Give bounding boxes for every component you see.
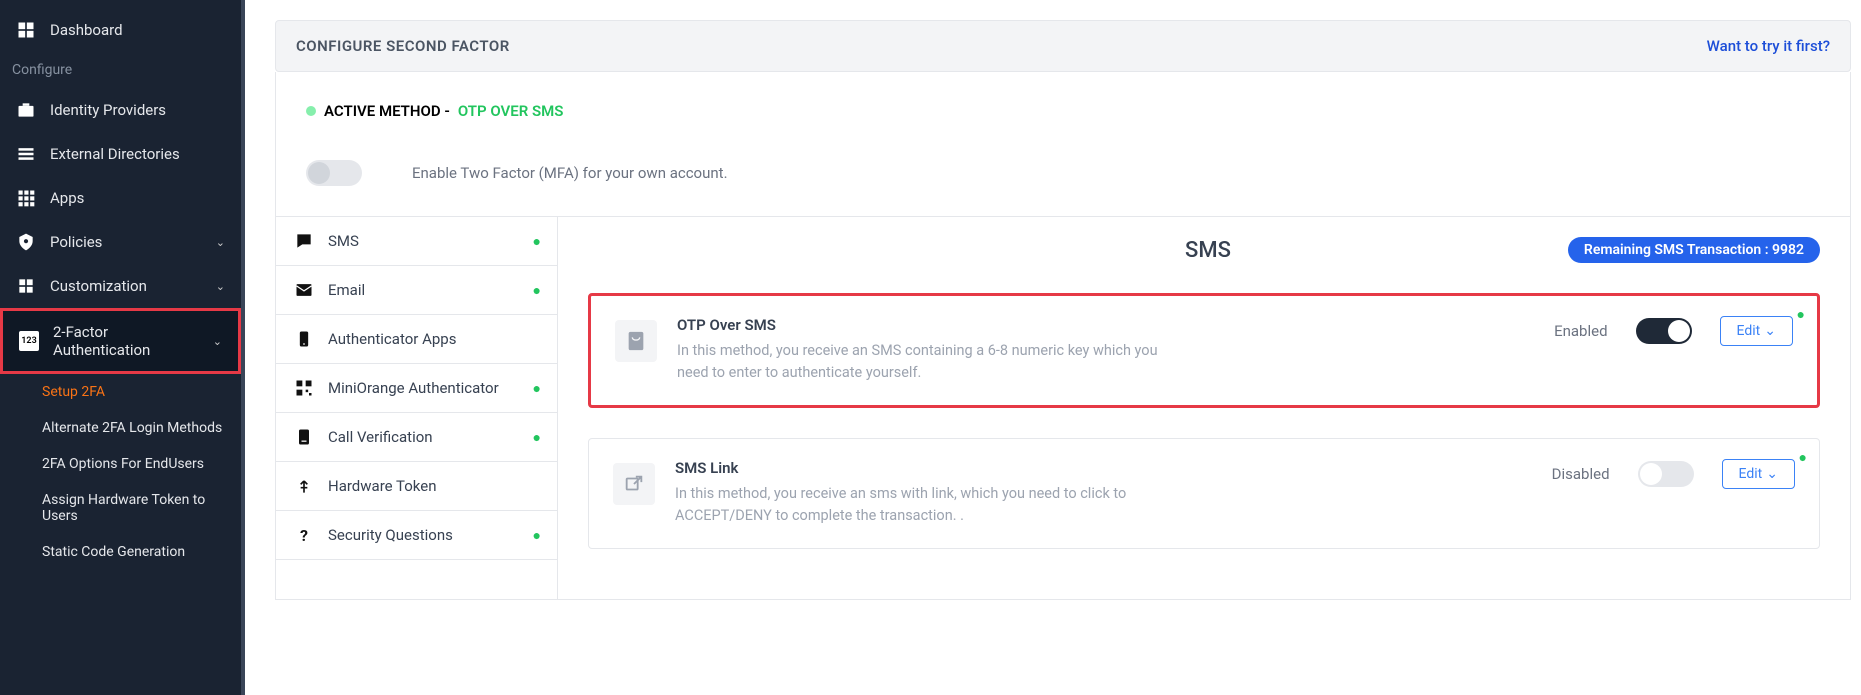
active-method-row: ACTIVE METHOD - OTP OVER SMS — [306, 102, 1820, 120]
check-icon: ● — [533, 282, 541, 299]
chevron-down-icon: ⌄ — [216, 280, 225, 293]
tab-hardware-token[interactable]: Hardware Token — [276, 462, 557, 511]
method-card-sms-link: ● SMS Link In this method, you receive a… — [588, 438, 1820, 549]
sidebar-item-customization[interactable]: Customization ⌄ — [0, 264, 241, 308]
tab-security-questions[interactable]: ? Security Questions ● — [276, 511, 557, 560]
try-it-link[interactable]: Want to try it first? — [1707, 37, 1830, 55]
sidebar-sub-options-endusers[interactable]: 2FA Options For EndUsers — [0, 446, 241, 482]
shield-icon — [16, 232, 36, 252]
methods-title: SMS — [848, 238, 1568, 263]
sidebar-item-label: 2-Factor Authentication — [53, 323, 199, 359]
question-icon: ? — [294, 525, 314, 545]
method-info: SMS Link In this method, you receive an … — [675, 459, 1532, 528]
edit-button[interactable]: Edit ⌄ — [1722, 459, 1795, 489]
phone-icon — [294, 329, 314, 349]
sidebar-sub-static-code[interactable]: Static Code Generation — [0, 534, 241, 570]
sidebar-item-2fa[interactable]: 123 2-Factor Authentication ⌄ — [0, 308, 241, 374]
method-name: OTP Over SMS — [677, 316, 1534, 334]
tab-label: Hardware Token — [328, 477, 437, 495]
tab-label: Call Verification — [328, 428, 433, 446]
sidebar-sub-setup-2fa[interactable]: Setup 2FA — [0, 374, 241, 410]
qr-icon — [294, 378, 314, 398]
tab-label: Authenticator Apps — [328, 330, 456, 348]
puzzle-icon — [16, 276, 36, 296]
active-method-label: ACTIVE METHOD - — [324, 102, 450, 120]
method-name: SMS Link — [675, 459, 1532, 477]
method-state: Enabled — [1554, 322, 1607, 340]
enable-mfa-row: Enable Two Factor (MFA) for your own acc… — [306, 160, 1820, 186]
sidebar-item-label: Customization — [50, 277, 202, 295]
method-description: In this method, you receive an sms with … — [675, 483, 1165, 528]
sidebar-section-configure: Configure — [0, 52, 241, 88]
enable-mfa-toggle[interactable] — [306, 160, 362, 186]
header-panel: CONFIGURE SECOND FACTOR Want to try it f… — [275, 20, 1851, 72]
sidebar-item-identity-providers[interactable]: Identity Providers — [0, 88, 241, 132]
usb-icon — [294, 476, 314, 496]
method-tabs: SMS ● Email ● Authenticator Apps MiniOra… — [276, 217, 558, 599]
methods-container: SMS ● Email ● Authenticator Apps MiniOra… — [275, 217, 1851, 600]
tab-authenticator-apps[interactable]: Authenticator Apps — [276, 315, 557, 364]
active-method-panel: ACTIVE METHOD - OTP OVER SMS Enable Two … — [275, 72, 1851, 217]
sidebar-item-label: Dashboard — [50, 21, 225, 39]
methods-list: SMS Remaining SMS Transaction : 9982 ● O… — [558, 217, 1850, 599]
method-state: Disabled — [1552, 465, 1610, 483]
check-icon: ● — [1799, 449, 1807, 466]
dashboard-icon — [16, 20, 36, 40]
call-icon — [294, 427, 314, 447]
main-content: CONFIGURE SECOND FACTOR Want to try it f… — [245, 0, 1861, 695]
check-icon: ● — [533, 527, 541, 544]
chat-icon — [294, 231, 314, 251]
external-link-icon — [613, 463, 655, 505]
list-icon — [16, 144, 36, 164]
tab-label: Security Questions — [328, 526, 453, 544]
method-toggle[interactable] — [1636, 318, 1692, 344]
chevron-down-icon: ⌄ — [213, 335, 222, 348]
edit-button[interactable]: Edit ⌄ — [1720, 316, 1793, 346]
sidebar-item-label: External Directories — [50, 145, 225, 163]
method-controls: Disabled Edit ⌄ — [1552, 459, 1795, 489]
tab-miniorange-authenticator[interactable]: MiniOrange Authenticator ● — [276, 364, 557, 413]
envelope-icon — [294, 280, 314, 300]
check-icon: ● — [1797, 306, 1805, 323]
sms-remaining-badge: Remaining SMS Transaction : 9982 — [1568, 237, 1820, 263]
check-icon: ● — [533, 429, 541, 446]
grid-icon — [16, 188, 36, 208]
method-toggle[interactable] — [1638, 461, 1694, 487]
sidebar-item-policies[interactable]: Policies ⌄ — [0, 220, 241, 264]
tab-call-verification[interactable]: Call Verification ● — [276, 413, 557, 462]
number-icon: 123 — [19, 331, 39, 351]
method-card-otp-sms: ● OTP Over SMS In this method, you recei… — [588, 293, 1820, 408]
tab-sms[interactable]: SMS ● — [276, 217, 557, 266]
chevron-down-icon: ⌄ — [1764, 323, 1776, 339]
check-icon: ● — [533, 380, 541, 397]
method-controls: Enabled Edit ⌄ — [1554, 316, 1793, 346]
tab-label: SMS — [328, 232, 359, 250]
sidebar-item-apps[interactable]: Apps — [0, 176, 241, 220]
sidebar-item-label: Apps — [50, 189, 225, 207]
sidebar-sub-assign-token[interactable]: Assign Hardware Token to Users — [0, 482, 241, 534]
page-title: CONFIGURE SECOND FACTOR — [296, 37, 510, 55]
active-method-name: OTP OVER SMS — [458, 102, 564, 120]
status-dot-icon — [306, 106, 316, 116]
method-info: OTP Over SMS In this method, you receive… — [677, 316, 1534, 385]
sidebar-item-label: Policies — [50, 233, 202, 251]
tab-label: MiniOrange Authenticator — [328, 379, 499, 397]
chevron-down-icon: ⌄ — [216, 236, 225, 249]
sidebar: Dashboard Configure Identity Providers E… — [0, 0, 245, 695]
sidebar-item-label: Identity Providers — [50, 101, 225, 119]
sidebar-item-dashboard[interactable]: Dashboard — [0, 8, 241, 52]
methods-header: SMS Remaining SMS Transaction : 9982 — [588, 237, 1820, 263]
phone-sms-icon — [615, 320, 657, 362]
tab-label: Email — [328, 281, 365, 299]
method-description: In this method, you receive an SMS conta… — [677, 340, 1167, 385]
chevron-down-icon: ⌄ — [1766, 466, 1778, 482]
enable-mfa-text: Enable Two Factor (MFA) for your own acc… — [412, 164, 728, 182]
tab-email[interactable]: Email ● — [276, 266, 557, 315]
check-icon: ● — [533, 233, 541, 250]
sidebar-sub-alternate[interactable]: Alternate 2FA Login Methods — [0, 410, 241, 446]
sidebar-item-external-directories[interactable]: External Directories — [0, 132, 241, 176]
briefcase-icon — [16, 100, 36, 120]
